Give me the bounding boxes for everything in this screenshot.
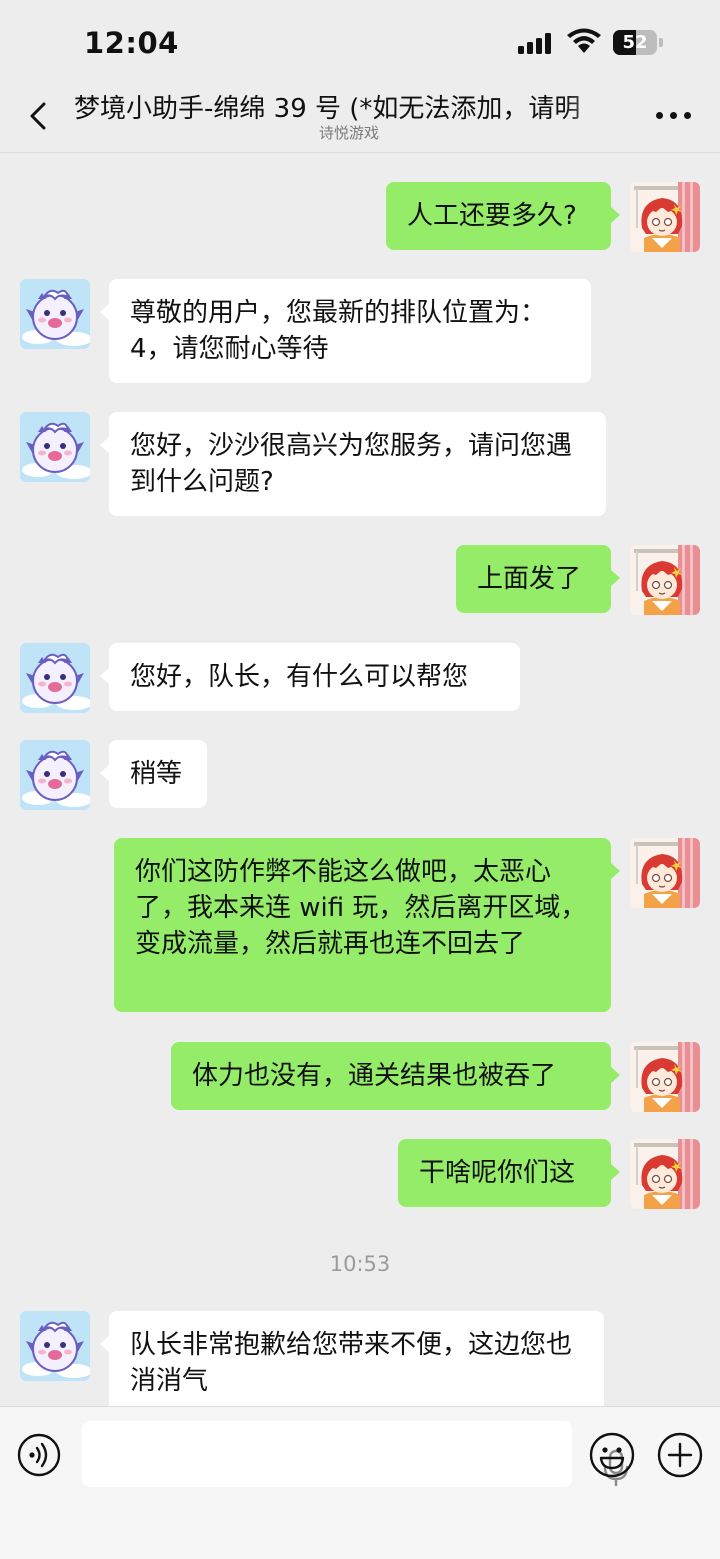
chat-title: 梦境小助手-绵绵 39 号 (*如无法添加，请明 bbox=[74, 94, 581, 124]
wifi-icon bbox=[567, 28, 601, 53]
message-bubble[interactable]: 你们这防作弊不能这么做吧，太恶心了，我本来连 wifi 玩，然后离开区域，变成流… bbox=[114, 838, 620, 1012]
battery-level: 52 bbox=[622, 32, 648, 53]
message-bubble[interactable]: 稍等 bbox=[100, 740, 207, 808]
user-avatar[interactable] bbox=[630, 182, 700, 252]
message-input[interactable] bbox=[82, 1421, 629, 1487]
status-time: 12:04 bbox=[84, 26, 179, 60]
message-bubble[interactable]: 人工还要多久? bbox=[386, 182, 620, 250]
chat-header: 梦境小助手-绵绵 39 号 (*如无法添加，请明 诗悦游戏 bbox=[0, 86, 720, 153]
message-bubble[interactable]: 您好，队长，有什么可以帮您 bbox=[100, 643, 520, 711]
user-avatar[interactable] bbox=[630, 1042, 700, 1112]
bot-avatar[interactable] bbox=[20, 643, 90, 713]
message-bubble[interactable]: 体力也没有，通关结果也被吞了 bbox=[171, 1042, 620, 1110]
message-bubble[interactable]: 干啥呢你们这 bbox=[398, 1139, 620, 1207]
bot-avatar[interactable] bbox=[20, 740, 90, 810]
more-dots-icon[interactable] bbox=[656, 112, 692, 122]
input-bar bbox=[0, 1406, 720, 1559]
user-avatar[interactable] bbox=[630, 1139, 700, 1209]
bot-avatar[interactable] bbox=[20, 412, 90, 482]
battery-icon: 52 bbox=[613, 30, 663, 55]
message-bubble[interactable]: 尊敬的用户，您最新的排队位置为：4，请您耐心等待 bbox=[100, 279, 591, 383]
user-avatar[interactable] bbox=[630, 838, 700, 908]
cellular-signal-icon bbox=[518, 32, 556, 54]
message-bubble[interactable]: 您好，沙沙很高兴为您服务，请问您遇到什么问题? bbox=[100, 412, 606, 516]
message-timestamp: 10:53 bbox=[329, 1252, 391, 1276]
status-bar: 12:04 52 bbox=[0, 0, 720, 86]
bot-avatar[interactable] bbox=[20, 1311, 90, 1381]
bot-avatar[interactable] bbox=[20, 279, 90, 349]
message-bubble[interactable]: 队长非常抱歉给您带来不便，这边您也消消气 bbox=[100, 1311, 604, 1415]
user-avatar[interactable] bbox=[630, 545, 700, 615]
plus-icon[interactable] bbox=[656, 1431, 704, 1479]
message-bubble[interactable]: 上面发了 bbox=[456, 545, 620, 613]
voice-mode-icon[interactable] bbox=[17, 1433, 61, 1477]
chat-subtitle: 诗悦游戏 bbox=[318, 124, 379, 142]
emoji-icon[interactable] bbox=[588, 1431, 636, 1479]
